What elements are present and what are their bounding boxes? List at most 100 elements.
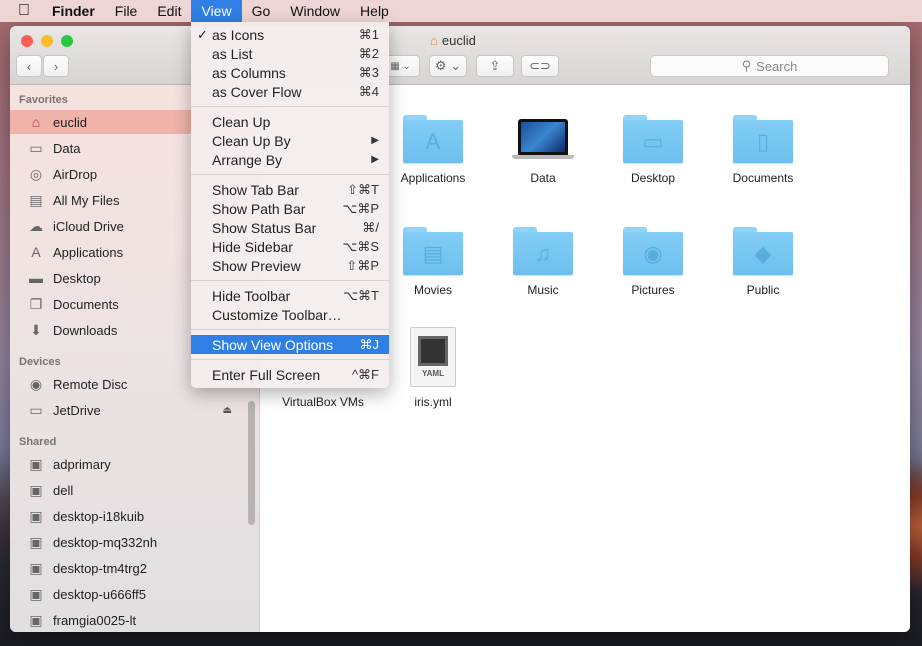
sidebar-item-label: Downloads (53, 322, 118, 338)
menu-bar:  Finder File Edit View Go Window Help (0, 0, 922, 22)
menu-item-label: Hide Sidebar (212, 238, 293, 255)
apple-menu-icon[interactable]:  (0, 0, 42, 22)
menu-help[interactable]: Help (350, 0, 399, 22)
sidebar-item-label: All My Files (53, 192, 120, 208)
menu-separator (191, 329, 389, 330)
menu-item-label: as List (212, 45, 253, 62)
menu-finder[interactable]: Finder (42, 0, 105, 22)
sidebar-item-framgia0025-lt[interactable]: ▣ framgia0025-lt (10, 608, 250, 632)
sidebar-item-desktop-i18kuib[interactable]: ▣ desktop-i18kuib (10, 504, 250, 528)
section-shared: Shared (19, 436, 57, 448)
sidebar-item-label: Remote Disc (53, 376, 128, 392)
window-title-text: euclid (441, 33, 476, 48)
menu-item-as-cover-flow[interactable]: as Cover Flow ⌘4 (191, 82, 389, 101)
sidebar-item-jetdrive[interactable]: ▭ JetDrive ⏏ (10, 398, 250, 422)
menu-go[interactable]: Go (242, 0, 281, 22)
folder-icon: ◉ (598, 215, 708, 275)
sidebar-item-label: framgia0025-lt (53, 612, 137, 628)
file-item[interactable]: Data (488, 103, 598, 185)
sidebar-item-desktop-mq332nh[interactable]: ▣ desktop-mq332nh (10, 530, 250, 554)
folder-icon: ▭ (29, 139, 43, 156)
sidebar-item-label: adprimary (53, 456, 111, 472)
sidebar-item-desktop-u666ff5[interactable]: ▣ desktop-u666ff5 (10, 582, 250, 606)
menu-item-enter-full-screen[interactable]: Enter Full Screen ^⌘F (191, 365, 389, 384)
action-button[interactable]: ⚙ ⌄ (429, 55, 467, 77)
folder-icon: A (378, 103, 488, 163)
menu-item-as-list[interactable]: as List ⌘2 (191, 44, 389, 63)
eject-icon[interactable]: ⏏ (223, 405, 232, 416)
finder-window: ⌂ euclid ‹ › ▦ ⌄ ⚙ ⌄ ⇪ ⊂⊃ ⚲ Search Favor… (10, 26, 910, 632)
computer-icon: ▣ (29, 481, 43, 498)
menu-file[interactable]: File (105, 0, 148, 22)
zoom-button[interactable] (61, 35, 73, 47)
search-input[interactable]: ⚲ Search (650, 55, 889, 77)
file-name: Pictures (631, 283, 675, 297)
back-button[interactable]: ‹ (16, 55, 42, 77)
menu-item-label: Hide Toolbar (212, 287, 291, 304)
submenu-arrow-icon: ▶ (371, 154, 379, 165)
menu-shortcut: ^⌘F (351, 366, 379, 382)
tags-button[interactable]: ⊂⊃ (521, 55, 559, 77)
forward-button[interactable]: › (43, 55, 69, 77)
computer-icon: ▣ (29, 507, 43, 524)
menu-shortcut: ⌘/ (362, 219, 379, 235)
menu-window[interactable]: Window (280, 0, 350, 22)
file-item[interactable]: A Applications (378, 103, 488, 185)
folder-icon: ♫ (488, 215, 598, 275)
menu-item-label: Enter Full Screen (212, 366, 321, 383)
sidebar-item-label: Documents (53, 296, 119, 312)
folder-icon: ▤ (378, 215, 488, 275)
menu-shortcut: ⌘4 (358, 83, 379, 99)
menu-item-clean-up[interactable]: Clean Up (191, 112, 389, 131)
menu-shortcut: ⌘3 (358, 64, 379, 80)
menu-item-clean-up-by[interactable]: Clean Up By ▶ (191, 131, 389, 150)
file-item[interactable]: ♫ Music (488, 215, 598, 297)
documents-icon: ❐ (29, 295, 43, 312)
tag-icon: ⊂⊃ (529, 58, 551, 73)
file-name: Music (527, 283, 559, 297)
menu-item-hide-toolbar[interactable]: Hide Toolbar ⌥⌘T (191, 286, 389, 305)
file-item[interactable]: ◉ Pictures (598, 215, 708, 297)
file-item[interactable]: YAML iris.yml (378, 327, 488, 409)
menu-item-show-view-options[interactable]: Show View Options ⌘J (191, 335, 389, 354)
menu-item-as-icons[interactable]: ✓ as Icons ⌘1 (191, 25, 389, 44)
share-button[interactable]: ⇪ (476, 55, 514, 77)
file-name: Public (746, 283, 780, 297)
section-devices: Devices (19, 356, 61, 368)
folder-icon: ▭ (598, 103, 708, 163)
menu-item-label: Clean Up By (212, 132, 291, 149)
menu-shortcut: ⌥⌘P (342, 200, 379, 216)
sidebar-item-desktop-tm4trg2[interactable]: ▣ desktop-tm4trg2 (10, 556, 250, 580)
menu-item-show-preview[interactable]: Show Preview ⇧⌘P (191, 256, 389, 275)
file-item[interactable]: ▭ Desktop (598, 103, 708, 185)
sidebar-item-label: Data (53, 140, 81, 156)
menu-item-show-path-bar[interactable]: Show Path Bar ⌥⌘P (191, 199, 389, 218)
laptop-icon (488, 103, 598, 163)
share-icon: ⇪ (489, 58, 501, 73)
menu-separator (191, 359, 389, 360)
menu-edit[interactable]: Edit (147, 0, 191, 22)
downloads-icon: ⬇ (30, 321, 42, 338)
file-item[interactable]: ◆ Public (708, 215, 818, 297)
menu-item-label: Show Tab Bar (212, 181, 299, 198)
menu-item-show-status-bar[interactable]: Show Status Bar ⌘/ (191, 218, 389, 237)
menu-item-as-columns[interactable]: as Columns ⌘3 (191, 63, 389, 82)
file-item[interactable]: ▯ Documents (708, 103, 818, 185)
menu-shortcut: ⌘1 (358, 26, 379, 42)
sidebar-item-label: desktop-u666ff5 (53, 586, 146, 602)
menu-item-show-tab-bar[interactable]: Show Tab Bar ⇧⌘T (191, 180, 389, 199)
close-button[interactable] (21, 35, 33, 47)
menu-view[interactable]: View (191, 0, 242, 22)
home-icon: ⌂ (31, 114, 41, 130)
menu-item-customize-toolbar[interactable]: Customize Toolbar… (191, 305, 389, 324)
sidebar-item-adprimary[interactable]: ▣ adprimary (10, 452, 250, 476)
sidebar-item-dell[interactable]: ▣ dell (10, 478, 250, 502)
drive-icon: ▭ (29, 401, 43, 418)
sidebar-item-label: Applications (53, 244, 124, 260)
menu-separator (191, 106, 389, 107)
minimize-button[interactable] (41, 35, 53, 47)
menu-item-hide-sidebar[interactable]: Hide Sidebar ⌥⌘S (191, 237, 389, 256)
file-item[interactable]: ▤ Movies (378, 215, 488, 297)
menu-item-arrange-by[interactable]: Arrange By ▶ (191, 150, 389, 169)
applications-icon: A (31, 244, 41, 260)
